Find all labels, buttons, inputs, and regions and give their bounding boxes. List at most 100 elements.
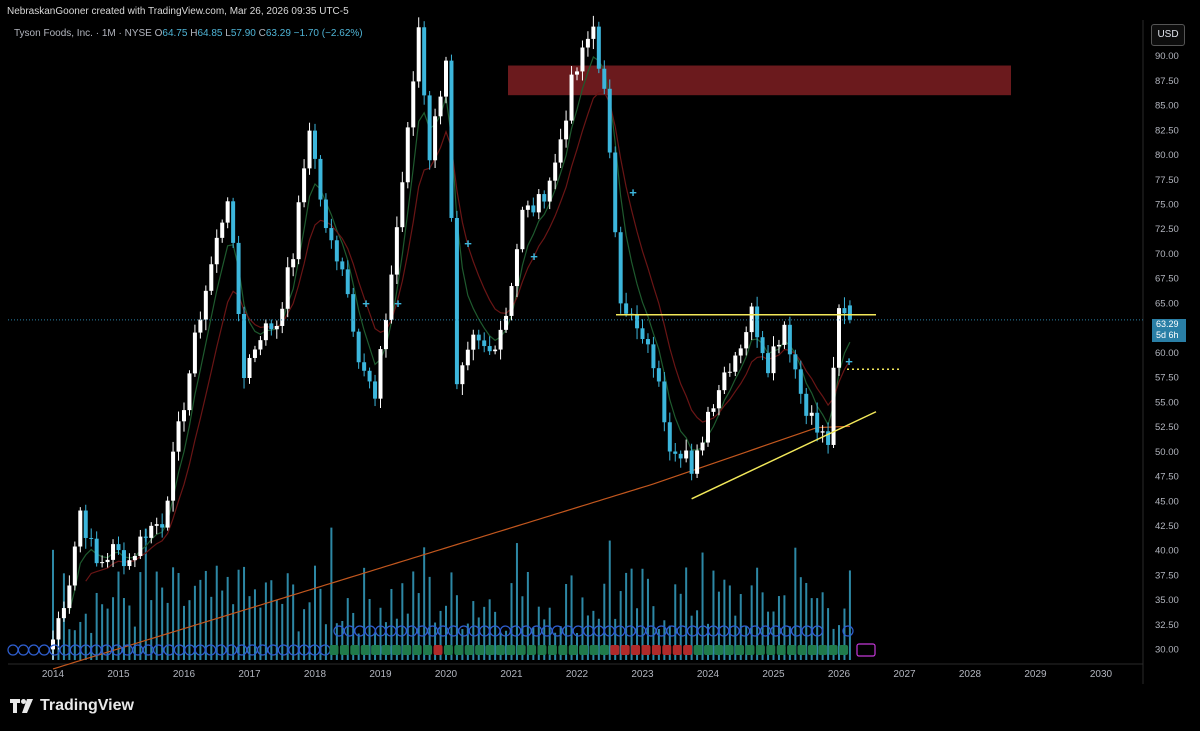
volume-bar <box>657 628 660 660</box>
volume-bar <box>122 598 125 660</box>
earnings-badge <box>527 645 537 655</box>
volume-bar <box>505 630 508 660</box>
volume-bar <box>128 605 131 660</box>
candle-body <box>149 525 154 538</box>
time-tick-label: 2019 <box>369 669 392 680</box>
earnings-badge <box>391 645 401 655</box>
candle-body <box>493 349 498 352</box>
signal-plus-marker: + <box>530 249 538 264</box>
price-tick-label: 37.50 <box>1155 570 1179 581</box>
volume-bar <box>161 587 164 660</box>
candle-body <box>711 408 716 412</box>
candle-body <box>804 393 809 416</box>
candle-body <box>416 27 421 82</box>
price-chart[interactable]: + + + + + + 30.00 32.50 35.00 37.50 40.00 42.50 45.… <box>0 0 1200 690</box>
price-tick-label: 80.00 <box>1155 150 1179 161</box>
candle-body <box>61 608 66 619</box>
earnings-badge <box>423 645 433 655</box>
candle-body <box>591 26 596 39</box>
volume-bar <box>177 572 180 660</box>
candle-body <box>192 332 197 374</box>
close-value: 63.29 <box>265 28 291 39</box>
volume-bar <box>423 547 426 660</box>
tradingview-logo-icon <box>10 699 33 713</box>
earnings-badge <box>495 645 505 655</box>
candle-body <box>607 88 612 153</box>
time-tick-label: 2017 <box>238 669 261 680</box>
earnings-badge <box>443 645 453 655</box>
candle-body <box>121 550 126 567</box>
candle-body <box>329 228 334 241</box>
candle-body <box>127 560 132 567</box>
volume-bar <box>838 625 840 660</box>
candle-body <box>645 339 650 345</box>
time-tick-label: 2020 <box>435 669 458 680</box>
candle-body <box>187 373 192 411</box>
candle-body <box>323 199 328 229</box>
candle-body <box>618 232 623 304</box>
price-tick-label: 35.00 <box>1155 595 1179 606</box>
earnings-badge <box>485 645 495 655</box>
earnings-badge <box>766 645 776 655</box>
candle-body <box>433 116 438 161</box>
time-tick-label: 2026 <box>828 669 851 680</box>
volume-bar <box>95 592 98 660</box>
earnings-badge <box>714 645 724 655</box>
volume-bar <box>84 613 87 660</box>
candle-body <box>553 162 558 181</box>
candle-body <box>564 120 569 140</box>
currency-button[interactable]: USD <box>1151 24 1185 46</box>
candle-body <box>340 261 345 270</box>
time-tick-label: 2028 <box>959 669 982 680</box>
candle-body <box>776 344 781 347</box>
earnings-badge <box>568 645 578 655</box>
price-tick-label: 52.50 <box>1155 422 1179 433</box>
candle-body <box>394 227 399 275</box>
price-tick-label: 47.50 <box>1155 472 1179 483</box>
candle-body <box>536 194 541 213</box>
signal-plus-marker: + <box>464 236 472 251</box>
candle-body <box>373 381 378 399</box>
earnings-badge <box>776 645 786 655</box>
volume-bar <box>848 570 851 660</box>
brand-name: TradingView <box>40 697 134 714</box>
earnings-badge <box>693 645 703 655</box>
price-tick-label: 30.00 <box>1155 645 1179 656</box>
candle-body <box>460 365 465 385</box>
candle-body <box>247 357 252 378</box>
candle-body <box>716 390 721 409</box>
candle-body <box>575 71 579 75</box>
candle-body <box>351 294 356 332</box>
candle-body <box>695 450 700 474</box>
candle-body <box>220 222 225 238</box>
candle-body <box>400 182 405 228</box>
earnings-badge <box>683 645 693 655</box>
price-tick-label: 82.50 <box>1155 125 1179 136</box>
time-tick-label: 2016 <box>173 669 196 680</box>
earnings-badge <box>828 645 838 655</box>
volume-bar <box>232 604 235 660</box>
candle-body <box>662 381 667 423</box>
candle-body <box>558 139 563 163</box>
high-value: 64.85 <box>197 28 223 39</box>
candle-body <box>738 348 743 356</box>
candle-body <box>706 411 710 443</box>
candle-body <box>487 346 492 352</box>
candle-body <box>367 370 372 382</box>
earnings-badge <box>620 645 630 655</box>
time-tick-label: 2025 <box>762 669 785 680</box>
candle-body <box>411 81 416 128</box>
volume-bar <box>117 571 120 660</box>
tradingview-brand[interactable]: TradingView <box>10 697 134 715</box>
candle-body <box>837 308 841 368</box>
close-label: C <box>258 28 266 39</box>
candle-body <box>580 47 585 72</box>
earnings-badge <box>329 645 339 655</box>
candle-body <box>225 201 230 223</box>
signal-plus-marker: + <box>629 185 637 200</box>
candle-body <box>111 544 116 560</box>
time-tick-label: 2014 <box>42 669 65 680</box>
price-tick-label: 57.50 <box>1155 373 1179 384</box>
candle-body <box>176 421 181 452</box>
candle-body <box>722 372 727 391</box>
